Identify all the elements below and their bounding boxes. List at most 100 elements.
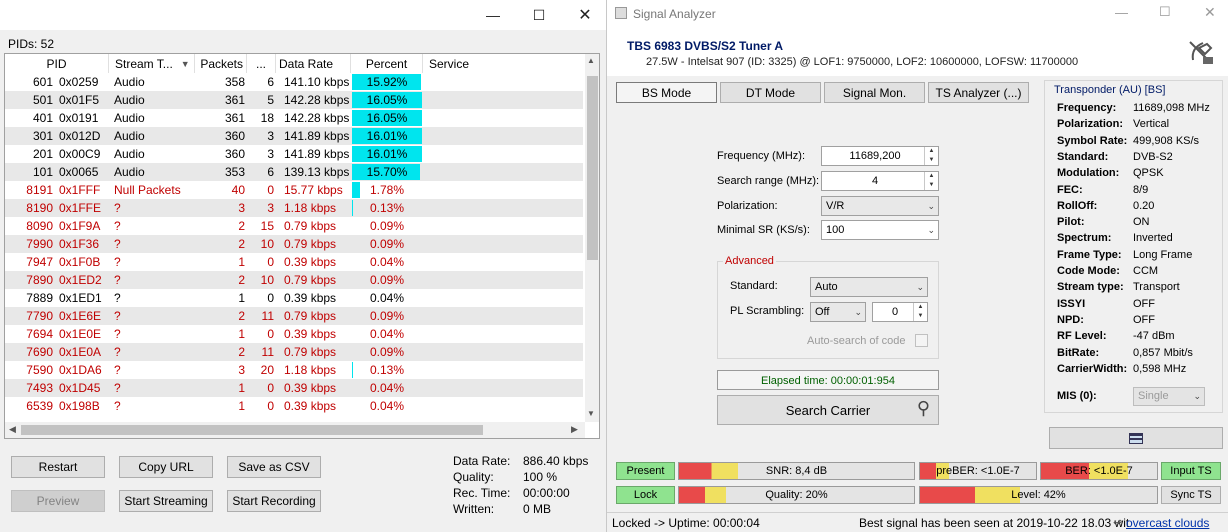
transponder-value: 0,598 MHz [1133,362,1187,375]
scroll-right-icon[interactable]: ▶ [571,424,578,435]
tab-dt-mode[interactable]: DT Mode [720,82,821,103]
snr-text: SNR: 8,4 dB [765,465,828,477]
table-row[interactable]: 6539 0x198B? 1 0 0.39 kbps 0.04% [5,397,583,415]
minimize-button[interactable]: — [470,0,516,30]
tab-signal-mon[interactable]: Signal Mon. [824,82,925,103]
search-range-spinner[interactable]: ▲ ▼ [924,172,938,190]
cell-rate: 0.39 kbps [284,291,337,305]
table-row[interactable]: 601 0x0259 Audio 358 6 141.10 kbps 15.92% [5,73,583,91]
horizontal-scrollbar[interactable]: ◀ ▶ [5,422,585,438]
lock-indicator: Lock [616,486,675,504]
polarization-select[interactable]: V/R ⌄ [821,196,939,216]
table-row[interactable]: 7590 0x1DA6? 3 20 1.18 kbps 0.13% [5,361,583,379]
horizontal-scroll-thumb[interactable] [21,425,483,435]
cell-pid: 7690 [26,345,53,359]
cell-type: ? [114,237,121,251]
table-row[interactable]: 7694 0x1E0E? 1 0 0.39 kbps 0.04% [5,325,583,343]
table-row[interactable]: 101 0x0065 Audio 353 6 139.13 kbps 15.70% [5,163,583,181]
scroll-down-icon[interactable]: ▼ [587,409,595,418]
table-row[interactable]: 401 0x0191 Audio 361 18 142.28 kbps 16.05% [5,109,583,127]
transponder-value: 11689,098 MHz [1133,102,1210,114]
cell-type: Audio [114,165,145,179]
table-row[interactable]: 301 0x012D Audio 360 3 141.89 kbps 16.01% [5,127,583,145]
table-row[interactable]: 7493 0x1D45? 1 0 0.39 kbps 0.04% [5,379,583,397]
col-header-cc[interactable]: ... [247,54,276,73]
tuner-header: TBS 6983 DVBS/S2 Tuner A 27.5W - Intelsa… [607,28,1228,76]
cell-cc: 20 [260,363,274,377]
table-row[interactable]: 7690 0x1E0A? 2 11 0.79 kbps 0.09% [5,343,583,361]
standard-select[interactable]: Auto ⌄ [810,277,928,297]
cell-type: ? [114,399,121,413]
start-recording-button[interactable]: Start Recording [227,490,321,512]
vertical-scroll-thumb[interactable] [587,76,598,260]
col-header-stream-type-label: Stream T... [115,56,173,71]
col-header-percent[interactable]: Percent [351,54,423,73]
auto-search-checkbox[interactable] [915,334,928,347]
cell-percent: 0.09% [369,345,405,359]
signal-bars-button[interactable] [1049,427,1223,449]
pl-mode-select[interactable]: Off ⌄ [810,302,866,322]
col-header-service[interactable]: Service [423,54,583,73]
transponder-label: Frequency: [1057,102,1117,114]
cell-cc: 6 [267,75,274,89]
copy-url-button[interactable]: Copy URL [119,456,213,478]
advanced-label: Advanced [723,255,776,267]
restart-button[interactable]: Restart [11,456,105,478]
right-titlebar: Signal Analyzer — ☐ ✕ [607,0,1228,28]
cell-cc: 10 [260,237,274,251]
col-header-packets[interactable]: Packets [195,54,247,73]
close-button-right[interactable]: ✕ [1204,4,1216,21]
scroll-up-icon[interactable]: ▲ [587,56,595,65]
cell-hex: 0x1ED1 [59,291,102,305]
weather-link[interactable]: overcast clouds [1126,516,1209,530]
tab-bs-mode[interactable]: BS Mode [616,82,717,103]
cell-hex: 0x1D45 [59,381,101,395]
start-streaming-button[interactable]: Start Streaming [119,490,213,512]
preview-button[interactable]: Preview [11,490,105,512]
min-sr-value: 100 [826,224,845,236]
table-row[interactable]: 7990 0x1F36? 2 10 0.79 kbps 0.09% [5,235,583,253]
magnifier-icon: ⚲ [916,398,930,418]
frequency-spinner[interactable]: ▲ ▼ [924,147,938,165]
cell-percent: 15.92% [366,75,408,89]
transponder-value: Long Frame [1133,248,1193,261]
frequency-input[interactable]: 11689,200 ▲ ▼ [821,146,939,166]
scroll-left-icon[interactable]: ◀ [9,424,16,435]
sort-down-icon: ▼ [180,58,190,69]
table-row[interactable]: 501 0x01F5 Audio 361 5 142.28 kbps 16.05% [5,91,583,109]
cell-percent: 15.70% [366,165,408,179]
chevron-down-icon: ⌄ [854,307,862,317]
cell-packets: 360 [224,129,245,143]
maximize-button[interactable]: ☐ [516,0,562,30]
pl-code-input[interactable]: 0 ▲ ▼ [872,302,928,322]
list-icon [1129,432,1143,444]
col-header-data-rate[interactable]: Data Rate [276,54,351,73]
maximize-button-right[interactable]: ☐ [1159,4,1171,20]
cell-percent: 0.04% [369,291,405,305]
search-carrier-button[interactable]: Search Carrier ⚲ [717,395,939,425]
pl-code-spinner[interactable]: ▲ ▼ [913,303,927,321]
col-header-pid[interactable]: PID [5,54,109,73]
table-row[interactable]: 8190 0x1FFE? 3 3 1.18 kbps 0.13% [5,199,583,217]
table-row[interactable]: 7889 0x1ED1? 1 0 0.39 kbps 0.04% [5,289,583,307]
cell-pid: 8191 [26,183,53,197]
vertical-scrollbar[interactable]: ▲ ▼ [585,54,599,422]
weather-icon: ↫ [1113,517,1123,529]
close-button[interactable]: ✕ [562,0,608,30]
mis-select[interactable]: Single ⌄ [1133,387,1205,406]
col-header-stream-type[interactable]: Stream T... ▼ [109,54,195,73]
table-row[interactable]: 7890 0x1ED2? 2 10 0.79 kbps 0.09% [5,271,583,289]
table-row[interactable]: 201 0x00C9 Audio 360 3 141.89 kbps 16.01% [5,145,583,163]
transponder-label: Symbol Rate: [1057,134,1128,147]
table-row[interactable]: 7947 0x1F0B? 1 0 0.39 kbps 0.04% [5,253,583,271]
cell-pid: 7694 [26,327,53,341]
signal-analyzer-window: Signal Analyzer — ☐ ✕ TBS 6983 DVBS/S2 T… [606,0,1228,532]
tab-ts-analyzer[interactable]: TS Analyzer (...) [928,82,1029,103]
minimize-button-right[interactable]: — [1115,5,1128,20]
save-csv-button[interactable]: Save as CSV [227,456,321,478]
table-row[interactable]: 8090 0x1F9A? 2 15 0.79 kbps 0.09% [5,217,583,235]
table-row[interactable]: 8191 0x1FFF Null Packets 40 0 15.77 kbps 1.78% [5,181,583,199]
table-row[interactable]: 7790 0x1E6E? 2 11 0.79 kbps 0.09% [5,307,583,325]
search-range-input[interactable]: 4 ▲ ▼ [821,171,939,191]
min-sr-select[interactable]: 100 ⌄ [821,220,939,240]
